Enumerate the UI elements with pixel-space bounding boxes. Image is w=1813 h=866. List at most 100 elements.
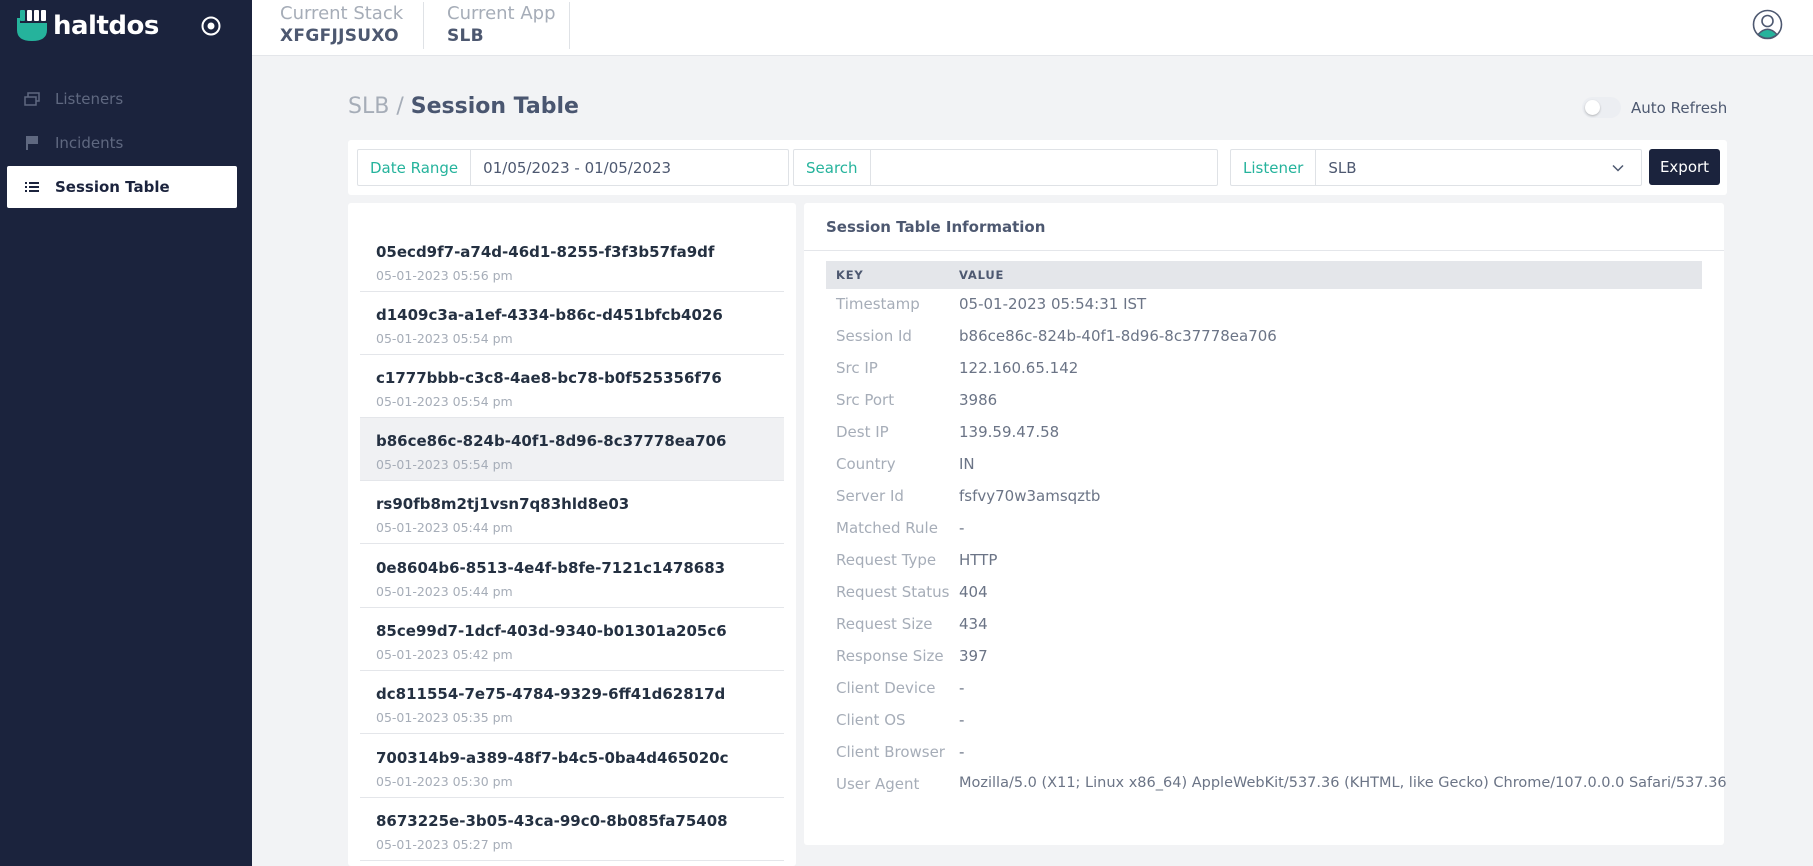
table-row: Request Size 434 xyxy=(836,615,1716,647)
date-range-input[interactable]: 01/05/2023 - 01/05/2023 xyxy=(471,150,788,185)
search-input[interactable] xyxy=(870,150,1217,185)
current-stack-label: Current Stack xyxy=(280,3,404,24)
list-item[interactable]: c1777bbb-c3c8-4ae8-bc78-b0f525356f76 05-… xyxy=(360,355,784,418)
table-row: Client Device - xyxy=(836,679,1716,711)
list-item[interactable]: rs90fb8m2tj1vsn7q83hld8e03 05-01-2023 05… xyxy=(360,481,784,544)
value-header: VALUE xyxy=(959,268,1005,282)
list-item[interactable]: 700314b9-a389-48f7-b4c5-0ba4d465020c 05-… xyxy=(360,735,784,798)
divider xyxy=(569,2,570,49)
current-app-label: Current App xyxy=(447,3,556,24)
table-row: Server Id fsfvy70w3amsqztb xyxy=(836,487,1716,519)
row-value: 122.160.65.142 xyxy=(959,359,1079,377)
sidebar: haltdos Listeners Incidents Session Tabl… xyxy=(0,0,252,866)
sidebar-item-session-table[interactable]: Session Table xyxy=(7,166,237,208)
sidebar-item-label: Listeners xyxy=(55,90,124,108)
current-stack[interactable]: Current Stack XFGFJJSUXO xyxy=(280,0,403,49)
session-id: b86ce86c-824b-40f1-8d96-8c37778ea706 xyxy=(376,432,727,450)
row-value: fsfvy70w3amsqztb xyxy=(959,487,1101,505)
row-value: HTTP xyxy=(959,551,998,569)
row-key: Client OS xyxy=(836,711,906,729)
table-row: Request Type HTTP xyxy=(836,551,1716,583)
table-row: Src IP 122.160.65.142 xyxy=(836,359,1716,391)
row-key: Src Port xyxy=(836,391,895,409)
sidebar-item-label: Session Table xyxy=(55,178,170,196)
session-id: d1409c3a-a1ef-4334-b86c-d451bfcb4026 xyxy=(376,306,723,324)
row-value: 139.59.47.58 xyxy=(959,423,1060,441)
session-time: 05-01-2023 05:30 pm xyxy=(376,774,513,789)
session-id: c1777bbb-c3c8-4ae8-bc78-b0f525356f76 xyxy=(376,369,722,387)
top-bar: Current Stack XFGFJJSUXO Current App SLB xyxy=(252,0,1813,56)
row-value: - xyxy=(959,519,965,537)
filter-bar: Date Range 01/05/2023 - 01/05/2023 Searc… xyxy=(348,140,1727,195)
row-value: 404 xyxy=(959,583,988,601)
key-header: KEY xyxy=(836,268,864,282)
current-app[interactable]: Current App SLB xyxy=(447,0,556,49)
session-id: 0e8604b6-8513-4e4f-b8fe-7121c1478683 xyxy=(376,559,726,577)
date-range-filter: Date Range 01/05/2023 - 01/05/2023 xyxy=(357,149,789,186)
row-value: 05-01-2023 05:54:31 IST xyxy=(959,295,1147,313)
list-item-selected[interactable]: b86ce86c-824b-40f1-8d96-8c37778ea706 05-… xyxy=(360,418,784,481)
row-key: Request Type xyxy=(836,551,937,569)
session-time: 05-01-2023 05:27 pm xyxy=(376,837,513,852)
list-item[interactable]: 85ce99d7-1dcf-403d-9340-b01301a205c6 05-… xyxy=(360,608,784,671)
table-row: Timestamp 05-01-2023 05:54:31 IST xyxy=(836,295,1716,327)
session-id: 85ce99d7-1dcf-403d-9340-b01301a205c6 xyxy=(376,622,727,640)
listener-select[interactable]: SLB xyxy=(1316,150,1611,185)
session-id: dc811554-7e75-4784-9329-6ff41d62817d xyxy=(376,685,726,703)
brand-name: haltdos xyxy=(53,11,159,41)
sidebar-item-incidents[interactable]: Incidents xyxy=(7,122,237,164)
session-id: 700314b9-a389-48f7-b4c5-0ba4d465020c xyxy=(376,749,729,767)
session-id: rs90fb8m2tj1vsn7q83hld8e03 xyxy=(376,495,630,513)
user-avatar-icon[interactable] xyxy=(1752,9,1783,40)
row-key: Client Device xyxy=(836,679,936,697)
session-id: 05ecd9f7-a74d-46d1-8255-f3f3b57fa9df xyxy=(376,243,715,261)
list-item[interactable]: dc811554-7e75-4784-9329-6ff41d62817d 05-… xyxy=(360,671,784,734)
table-row: Session Id b86ce86c-824b-40f1-8d96-8c3777… xyxy=(836,327,1716,359)
session-info-panel: Session Table Information KEY VALUE Time… xyxy=(804,203,1727,845)
row-key: Session Id xyxy=(836,327,912,345)
sidebar-item-label: Incidents xyxy=(55,134,124,152)
table-row: Client OS - xyxy=(836,711,1716,743)
table-row: Dest IP 139.59.47.58 xyxy=(836,423,1716,455)
chevron-down-icon[interactable] xyxy=(1611,161,1625,175)
auto-refresh-toggle[interactable] xyxy=(1582,97,1621,118)
table-row: User Agent Mozilla/5.0 (X11; Linux x86_64… xyxy=(836,775,1727,807)
row-value: - xyxy=(959,711,965,729)
sidebar-item-listeners[interactable]: Listeners xyxy=(7,78,237,120)
session-time: 05-01-2023 05:54 pm xyxy=(376,331,513,346)
row-value: b86ce86c-824b-40f1-8d96-8c37778ea706 xyxy=(959,327,1277,345)
session-time: 05-01-2023 05:56 pm xyxy=(376,268,513,283)
table-row: Response Size 397 xyxy=(836,647,1716,679)
row-key: Timestamp xyxy=(836,295,920,313)
row-value: Mozilla/5.0 (X11; Linux x86_64) AppleWeb… xyxy=(959,775,1727,791)
session-list: 05ecd9f7-a74d-46d1-8255-f3f3b57fa9df 05-… xyxy=(348,203,796,866)
export-button[interactable]: Export xyxy=(1649,149,1720,185)
listener-label: Listener xyxy=(1231,150,1317,185)
windows-icon xyxy=(23,90,41,108)
sidebar-nav: Listeners Incidents Session Table xyxy=(0,78,252,210)
list-item[interactable]: d1409c3a-a1ef-4334-b86c-d451bfcb4026 05-… xyxy=(360,292,784,355)
listener-filter: Listener SLB xyxy=(1230,149,1642,186)
target-icon[interactable] xyxy=(199,14,223,38)
session-time: 05-01-2023 05:54 pm xyxy=(376,457,513,472)
auto-refresh-label: Auto Refresh xyxy=(1631,98,1728,117)
list-item[interactable]: 8673225e-3b05-43ca-99c0-8b085fa75408 05-… xyxy=(360,798,784,861)
list-item[interactable]: 05ecd9f7-a74d-46d1-8255-f3f3b57fa9df 05-… xyxy=(360,229,784,292)
table-row: Request Status 404 xyxy=(836,583,1716,615)
row-value: 397 xyxy=(959,647,988,665)
list-icon xyxy=(23,178,41,196)
info-title: Session Table Information xyxy=(826,218,1046,236)
flag-icon xyxy=(23,134,41,152)
page-title: Session Table xyxy=(410,94,579,119)
breadcrumb-parent[interactable]: SLB xyxy=(348,94,389,119)
table-row: Client Browser - xyxy=(836,743,1716,775)
row-key: Response Size xyxy=(836,647,944,665)
brand[interactable]: haltdos xyxy=(17,8,159,44)
divider xyxy=(804,250,1724,251)
row-value: - xyxy=(959,679,965,697)
auto-refresh: Auto Refresh xyxy=(1582,97,1727,118)
list-item[interactable]: 0e8604b6-8513-4e4f-b8fe-7121c1478683 05-… xyxy=(360,545,784,608)
session-time: 05-01-2023 05:42 pm xyxy=(376,647,513,662)
current-stack-value: XFGFJJSUXO xyxy=(280,26,399,46)
table-row: Matched Rule - xyxy=(836,519,1716,551)
